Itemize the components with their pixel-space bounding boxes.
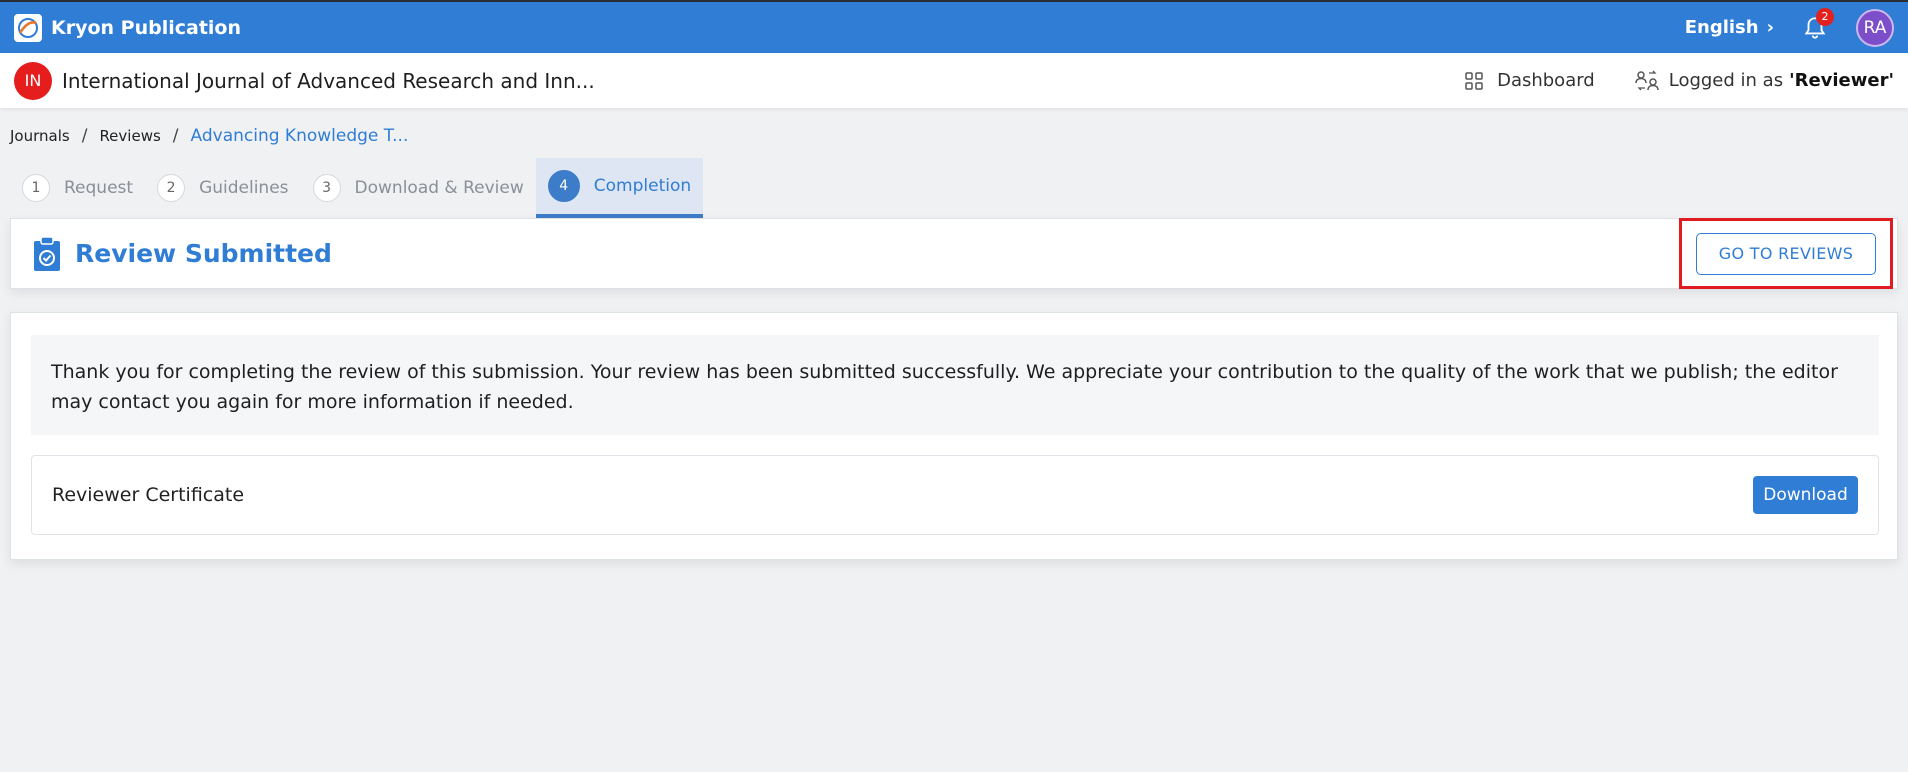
dashboard-label: Dashboard (1497, 70, 1595, 91)
breadcrumb: Journals / Reviews / Advancing Knowledge… (10, 126, 408, 146)
journal-header: IN International Journal of Advanced Res… (0, 53, 1908, 108)
top-bar: Kryon Publication English › 2 RA (0, 0, 1908, 53)
breadcrumb-separator: / (81, 126, 88, 146)
review-stepper: 1 Request 2 Guidelines 3 Download & Revi… (10, 158, 704, 218)
step-guidelines[interactable]: 2 Guidelines (145, 158, 300, 218)
chevron-right-icon: › (1766, 17, 1774, 38)
clipboard-check-icon (34, 235, 60, 271)
app-name: Kryon Publication (51, 16, 242, 39)
download-certificate-button[interactable]: Download (1753, 476, 1858, 514)
dashboard-link[interactable]: Dashboard (1465, 70, 1595, 91)
step-number: 4 (547, 170, 580, 202)
brand[interactable]: Kryon Publication (14, 13, 242, 42)
journal-badge: IN (14, 61, 52, 100)
step-number: 1 (22, 174, 50, 202)
go-to-reviews-button[interactable]: GO TO REVIEWS (1696, 232, 1876, 275)
step-label: Completion (593, 176, 692, 196)
user-avatar[interactable]: RA (1856, 8, 1894, 47)
journal-title: International Journal of Advanced Resear… (62, 68, 595, 93)
completion-card: Thank you for completing the review of t… (10, 312, 1898, 560)
certificate-label: Reviewer Certificate (52, 484, 245, 506)
language-selector[interactable]: English › (1685, 17, 1774, 38)
step-number: 2 (157, 174, 186, 202)
certificate-row: Reviewer Certificate Download (31, 455, 1879, 535)
notifications-button[interactable]: 2 (1802, 7, 1834, 42)
user-role: 'Reviewer' (1789, 70, 1894, 91)
review-submitted-header: Review Submitted GO TO REVIEWS (10, 218, 1898, 289)
breadcrumb-current: Advancing Knowledge T... (190, 126, 409, 146)
grid-icon (1465, 71, 1483, 90)
breadcrumb-reviews[interactable]: Reviews (99, 127, 160, 145)
step-label: Guidelines (199, 178, 289, 198)
highlight-box: GO TO REVIEWS (1679, 218, 1893, 289)
logged-in-status: Logged in as 'Reviewer' (1634, 70, 1894, 92)
step-label: Request (64, 178, 134, 198)
thank-you-message: Thank you for completing the review of t… (31, 335, 1879, 435)
notification-badge: 2 (1816, 7, 1834, 26)
breadcrumb-journals[interactable]: Journals (10, 127, 70, 145)
kryon-logo-icon (14, 13, 42, 42)
step-number: 3 (312, 174, 341, 202)
breadcrumb-separator: / (172, 126, 179, 146)
step-label: Download & Review (354, 178, 524, 198)
logged-in-prefix: Logged in as (1668, 70, 1784, 91)
step-request[interactable]: 1 Request (10, 158, 145, 218)
step-completion[interactable]: 4 Completion (535, 158, 704, 218)
page-title: Review Submitted (75, 239, 332, 268)
language-label: English (1684, 17, 1759, 38)
step-download-review[interactable]: 3 Download & Review (301, 158, 536, 218)
switch-user-icon (1634, 70, 1659, 90)
